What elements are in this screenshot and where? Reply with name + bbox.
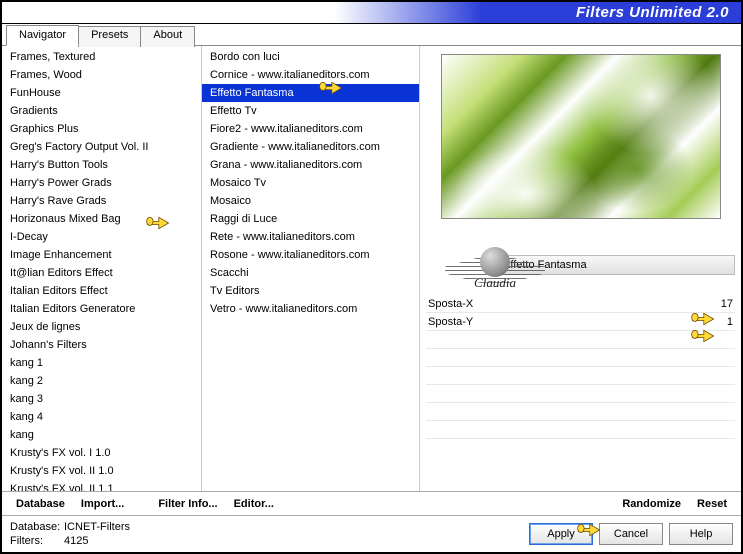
list-item[interactable]: Horizonaus Mixed Bag xyxy=(2,210,201,228)
list-item[interactable]: kang 1 xyxy=(2,354,201,372)
list-item[interactable]: It@lian Editors Effect xyxy=(2,264,201,282)
list-item[interactable]: I-Decay xyxy=(2,228,201,246)
list-item[interactable]: kang 4 xyxy=(2,408,201,426)
category-list[interactable]: Frames, TexturedFrames, WoodFunHouseGrad… xyxy=(2,46,201,491)
db-value: ICNET-Filters xyxy=(64,521,130,533)
import-button[interactable]: Import... xyxy=(73,496,132,512)
param-row-empty xyxy=(426,385,735,403)
list-item[interactable]: Gradiente - www.italianeditors.com xyxy=(202,138,419,156)
list-item[interactable]: Effetto Tv xyxy=(202,102,419,120)
status-info: Database:ICNET-Filters Filters:4125 xyxy=(10,520,130,548)
filters-label: Filters: xyxy=(10,534,64,548)
list-item[interactable]: kang 3 xyxy=(2,390,201,408)
apply-button[interactable]: Apply xyxy=(529,523,593,545)
list-item[interactable]: Vetro - www.italianeditors.com xyxy=(202,300,419,318)
editor-button[interactable]: Editor... xyxy=(226,496,282,512)
list-item[interactable]: Krusty's FX vol. II 1.0 xyxy=(2,462,201,480)
tab-navigator[interactable]: Navigator xyxy=(6,25,79,46)
list-item[interactable]: Image Enhancement xyxy=(2,246,201,264)
list-item[interactable]: Italian Editors Effect xyxy=(2,282,201,300)
list-item[interactable]: Johann's Filters xyxy=(2,336,201,354)
param-label: Sposta-X xyxy=(428,298,518,310)
param-value: 1 xyxy=(709,316,733,328)
param-row-empty xyxy=(426,367,735,385)
list-item[interactable]: Gradients xyxy=(2,102,201,120)
list-item[interactable]: Greg's Factory Output Vol. II xyxy=(2,138,201,156)
list-item[interactable]: Harry's Button Tools xyxy=(2,156,201,174)
reset-button[interactable]: Reset xyxy=(689,496,735,512)
filter-info-button[interactable]: Filter Info... xyxy=(150,496,225,512)
status-bar: Database:ICNET-Filters Filters:4125 Appl… xyxy=(2,515,741,551)
param-row-empty xyxy=(426,403,735,421)
list-item[interactable]: Graphics Plus xyxy=(2,120,201,138)
help-button[interactable]: Help xyxy=(669,523,733,545)
randomize-button[interactable]: Randomize xyxy=(614,496,689,512)
list-item[interactable]: Harry's Rave Grads xyxy=(2,192,201,210)
parameter-panel: Sposta-X 17 Sposta-Y 1 xyxy=(426,295,735,439)
tab-strip: Navigator Presets About xyxy=(2,24,741,46)
list-item[interactable]: Mosaico xyxy=(202,192,419,210)
db-label: Database: xyxy=(10,520,64,534)
watermark-text: Claudia xyxy=(445,275,545,291)
param-row: Sposta-X 17 xyxy=(426,295,735,313)
cancel-button[interactable]: Cancel xyxy=(599,523,663,545)
filters-count: 4125 xyxy=(64,535,88,547)
list-item[interactable]: Frames, Textured xyxy=(2,48,201,66)
preview-image xyxy=(441,54,721,219)
list-item[interactable]: Krusty's FX vol. I 1.0 xyxy=(2,444,201,462)
action-bar: Database Import... Filter Info... Editor… xyxy=(2,491,741,515)
database-button[interactable]: Database xyxy=(8,496,73,512)
param-row: Sposta-Y 1 xyxy=(426,313,735,331)
list-item[interactable]: Italian Editors Generatore xyxy=(2,300,201,318)
list-item[interactable]: Fiore2 - www.italianeditors.com xyxy=(202,120,419,138)
tab-presets[interactable]: Presets xyxy=(78,26,141,47)
param-row-empty xyxy=(426,331,735,349)
list-item[interactable]: Rosone - www.italianeditors.com xyxy=(202,246,419,264)
list-item[interactable]: Jeux de lignes xyxy=(2,318,201,336)
watermark-logo: Claudia xyxy=(445,245,545,295)
list-item[interactable]: Harry's Power Grads xyxy=(2,174,201,192)
list-item[interactable]: FunHouse xyxy=(2,84,201,102)
list-item[interactable]: kang 2 xyxy=(2,372,201,390)
list-item[interactable]: Grana - www.italianeditors.com xyxy=(202,156,419,174)
list-item[interactable]: Krusty's FX vol. II 1.1 xyxy=(2,480,201,491)
list-item[interactable]: Frames, Wood xyxy=(2,66,201,84)
filter-list[interactable]: Bordo con luciCornice - www.italianedito… xyxy=(202,46,419,491)
param-value: 17 xyxy=(709,298,733,310)
list-item[interactable]: Effetto Fantasma xyxy=(202,84,419,102)
list-item[interactable]: kang xyxy=(2,426,201,444)
param-row-empty xyxy=(426,421,735,439)
param-row-empty xyxy=(426,349,735,367)
list-item[interactable]: Scacchi xyxy=(202,264,419,282)
list-item[interactable]: Raggi di Luce xyxy=(202,210,419,228)
title-bar: Filters Unlimited 2.0 xyxy=(2,2,741,24)
list-item[interactable]: Tv Editors xyxy=(202,282,419,300)
param-label: Sposta-Y xyxy=(428,316,518,328)
app-title: Filters Unlimited 2.0 xyxy=(576,4,729,21)
list-item[interactable]: Mosaico Tv xyxy=(202,174,419,192)
tab-about[interactable]: About xyxy=(140,26,195,47)
list-item[interactable]: Cornice - www.italianeditors.com xyxy=(202,66,419,84)
list-item[interactable]: Bordo con luci xyxy=(202,48,419,66)
list-item[interactable]: Rete - www.italianeditors.com xyxy=(202,228,419,246)
